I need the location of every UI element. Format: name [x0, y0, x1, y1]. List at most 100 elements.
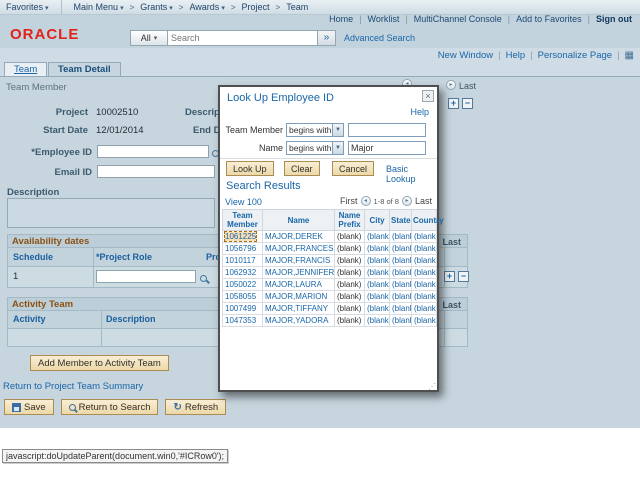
- personalize-page-link[interactable]: Personalize Page: [538, 50, 612, 61]
- state-link[interactable]: (blank): [390, 267, 412, 279]
- country-link[interactable]: (blank): [412, 291, 437, 303]
- city-link[interactable]: (blank): [365, 255, 390, 267]
- dialog-help-link[interactable]: Help: [410, 107, 429, 117]
- employee-id-field[interactable]: [97, 145, 209, 158]
- team-member-field[interactable]: [348, 123, 426, 137]
- add-member-button[interactable]: Add Member to Activity Team: [30, 355, 169, 371]
- team-member-operator-select[interactable]: begins with ▼: [286, 123, 344, 137]
- availability-last-link[interactable]: Last: [442, 237, 461, 247]
- search-go-button[interactable]: »: [318, 30, 336, 46]
- pager-last-label[interactable]: Last: [415, 196, 432, 206]
- city-link[interactable]: (blank): [365, 231, 390, 243]
- state-link[interactable]: (blank): [390, 231, 412, 243]
- save-button[interactable]: Save: [4, 399, 54, 415]
- employee-name-link[interactable]: MAJOR,JENNIFER: [263, 267, 335, 279]
- country-link[interactable]: (blank): [412, 267, 437, 279]
- project-role-lookup-icon[interactable]: [200, 275, 207, 282]
- grid-icon[interactable]: ▦: [625, 50, 634, 61]
- sign-out-link[interactable]: Sign out: [596, 14, 632, 24]
- breadcrumb-team[interactable]: Team: [280, 2, 314, 12]
- country-link[interactable]: (blank): [412, 255, 437, 267]
- advanced-search-link[interactable]: Advanced Search: [344, 33, 415, 43]
- return-to-search-button[interactable]: Return to Search: [61, 399, 159, 415]
- resize-handle-icon[interactable]: ⋰: [428, 382, 436, 391]
- employee-name-link[interactable]: MAJOR,YADORA: [263, 315, 335, 327]
- add-to-favorites-link[interactable]: Add to Favorites: [516, 14, 582, 24]
- column-header-state[interactable]: State: [390, 210, 412, 231]
- employee-name-link[interactable]: MAJOR,TIFFANY: [263, 303, 335, 315]
- state-link[interactable]: (blank): [390, 255, 412, 267]
- breadcrumb-project[interactable]: Project: [236, 2, 276, 12]
- employee-id-link[interactable]: 1062932: [223, 267, 263, 279]
- search-input[interactable]: [168, 30, 318, 46]
- column-header-team-member[interactable]: Team Member: [223, 210, 263, 231]
- main-menu[interactable]: Main Menu▾: [68, 2, 130, 12]
- home-link[interactable]: Home: [329, 14, 353, 24]
- state-link[interactable]: (blank): [390, 315, 412, 327]
- breadcrumb-grants[interactable]: Grants▾: [134, 2, 179, 12]
- city-link[interactable]: (blank): [365, 267, 390, 279]
- employee-id-link[interactable]: 1007499: [223, 303, 263, 315]
- state-link[interactable]: (blank): [390, 279, 412, 291]
- country-link[interactable]: (blank): [412, 315, 437, 327]
- country-link[interactable]: (blank): [412, 243, 437, 255]
- email-id-field[interactable]: [97, 165, 215, 178]
- state-link[interactable]: (blank): [390, 243, 412, 255]
- tab-team[interactable]: Team: [4, 62, 47, 76]
- previous-page-icon[interactable]: ◂: [361, 196, 371, 206]
- cancel-button[interactable]: Cancel: [332, 161, 374, 176]
- city-link[interactable]: (blank): [365, 279, 390, 291]
- employee-name-link[interactable]: MAJOR,MARION: [263, 291, 335, 303]
- search-scope-select[interactable]: All▾: [130, 30, 168, 46]
- country-link[interactable]: (blank): [412, 303, 437, 315]
- city-link[interactable]: (blank): [365, 243, 390, 255]
- state-link[interactable]: (blank): [390, 303, 412, 315]
- employee-name-link[interactable]: MAJOR,FRANCIS: [263, 255, 335, 267]
- next-row-icon[interactable]: ▸: [446, 80, 456, 90]
- employee-id-link[interactable]: 1058055: [223, 291, 263, 303]
- employee-id-link[interactable]: 1056796: [223, 243, 263, 255]
- state-link[interactable]: (blank): [390, 291, 412, 303]
- look-up-button[interactable]: Look Up: [226, 161, 274, 176]
- add-row-button[interactable]: +: [448, 98, 459, 109]
- name-operator-select[interactable]: begins with ▼: [286, 141, 344, 155]
- availability-delete-row-button[interactable]: −: [458, 271, 469, 282]
- favorites-menu[interactable]: Favorites▾: [0, 2, 55, 12]
- column-header-name-prefix[interactable]: Name Prefix: [335, 210, 365, 231]
- employee-name-link[interactable]: MAJOR,FRANCES: [263, 243, 335, 255]
- help-link[interactable]: Help: [506, 50, 526, 61]
- project-role-field[interactable]: [96, 270, 196, 283]
- column-header-city[interactable]: City: [365, 210, 390, 231]
- view-100-link[interactable]: View 100: [225, 197, 262, 207]
- activity-last-link[interactable]: Last: [442, 300, 461, 310]
- employee-id-link[interactable]: 1061225: [225, 232, 256, 241]
- employee-id-link[interactable]: 1047353: [223, 315, 263, 327]
- employee-id-link[interactable]: 1010117: [223, 255, 263, 267]
- column-header-name[interactable]: Name: [263, 210, 335, 231]
- country-link[interactable]: (blank): [412, 231, 437, 243]
- availability-add-row-button[interactable]: +: [444, 271, 455, 282]
- employee-name-link[interactable]: MAJOR,DEREK: [263, 231, 335, 243]
- country-link[interactable]: (blank): [412, 279, 437, 291]
- employee-name-link[interactable]: MAJOR,LAURA: [263, 279, 335, 291]
- city-link[interactable]: (blank): [365, 315, 390, 327]
- description-textarea[interactable]: [7, 198, 215, 228]
- name-field[interactable]: [348, 141, 426, 155]
- pager-first-label[interactable]: First: [340, 196, 358, 206]
- delete-row-button[interactable]: −: [462, 98, 473, 109]
- worklist-link[interactable]: Worklist: [368, 14, 400, 24]
- city-link[interactable]: (blank): [365, 291, 390, 303]
- new-window-link[interactable]: New Window: [438, 50, 493, 61]
- clear-button[interactable]: Clear: [284, 161, 320, 176]
- basic-lookup-link[interactable]: Basic Lookup: [386, 164, 437, 184]
- next-page-icon[interactable]: ▸: [402, 196, 412, 206]
- tab-team-detail[interactable]: Team Detail: [48, 62, 121, 76]
- close-icon[interactable]: ×: [422, 90, 434, 102]
- column-header-country[interactable]: Country: [412, 210, 437, 231]
- refresh-button[interactable]: ↻Refresh: [165, 399, 226, 415]
- employee-id-link[interactable]: 1050022: [223, 279, 263, 291]
- last-row-link[interactable]: Last: [459, 81, 476, 91]
- multichannel-console-link[interactable]: MultiChannel Console: [414, 14, 502, 24]
- return-to-summary-link[interactable]: Return to Project Team Summary: [3, 381, 143, 392]
- city-link[interactable]: (blank): [365, 303, 390, 315]
